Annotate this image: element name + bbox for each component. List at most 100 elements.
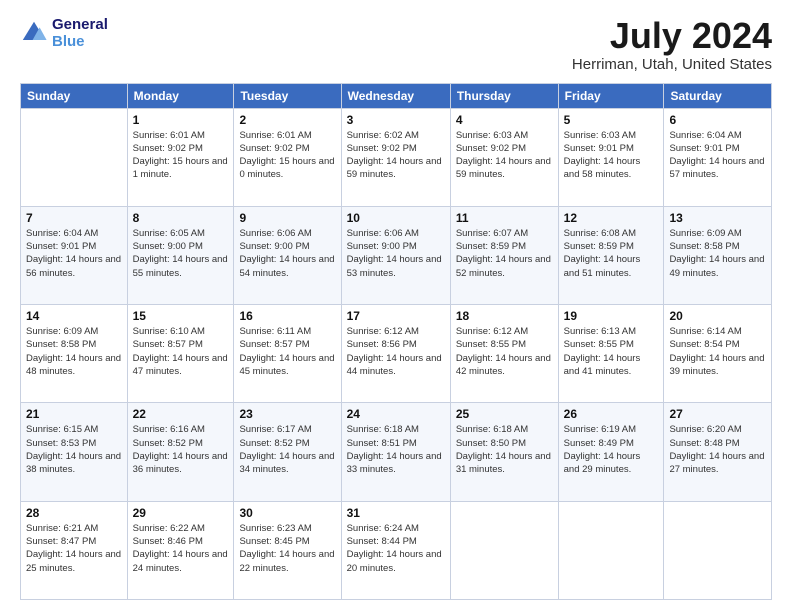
cell-info: Sunrise: 6:06 AMSunset: 9:00 PMDaylight:… (347, 228, 442, 279)
day-number: 3 (347, 113, 445, 127)
cell-info: Sunrise: 6:16 AMSunset: 8:52 PMDaylight:… (133, 424, 228, 475)
day-number: 29 (133, 506, 229, 520)
cell-info: Sunrise: 6:02 AMSunset: 9:02 PMDaylight:… (347, 130, 442, 181)
day-number: 25 (456, 407, 553, 421)
calendar-cell: 6 Sunrise: 6:04 AMSunset: 9:01 PMDayligh… (664, 108, 772, 206)
cell-info: Sunrise: 6:19 AMSunset: 8:49 PMDaylight:… (564, 424, 641, 475)
calendar-cell: 27 Sunrise: 6:20 AMSunset: 8:48 PMDaylig… (664, 403, 772, 501)
calendar-cell (450, 501, 558, 599)
col-tuesday: Tuesday (234, 83, 341, 108)
calendar-cell: 1 Sunrise: 6:01 AMSunset: 9:02 PMDayligh… (127, 108, 234, 206)
calendar-cell: 20 Sunrise: 6:14 AMSunset: 8:54 PMDaylig… (664, 305, 772, 403)
day-number: 13 (669, 211, 766, 225)
day-number: 21 (26, 407, 122, 421)
cell-info: Sunrise: 6:10 AMSunset: 8:57 PMDaylight:… (133, 326, 228, 377)
day-number: 1 (133, 113, 229, 127)
header: General Blue July 2024 Herriman, Utah, U… (20, 16, 772, 73)
day-number: 8 (133, 211, 229, 225)
day-number: 17 (347, 309, 445, 323)
cell-info: Sunrise: 6:06 AMSunset: 9:00 PMDaylight:… (239, 228, 334, 279)
day-number: 4 (456, 113, 553, 127)
day-number: 9 (239, 211, 335, 225)
calendar-cell (558, 501, 664, 599)
cell-info: Sunrise: 6:18 AMSunset: 8:51 PMDaylight:… (347, 424, 442, 475)
col-saturday: Saturday (664, 83, 772, 108)
day-number: 20 (669, 309, 766, 323)
day-number: 10 (347, 211, 445, 225)
day-number: 11 (456, 211, 553, 225)
cell-info: Sunrise: 6:15 AMSunset: 8:53 PMDaylight:… (26, 424, 121, 475)
subtitle: Herriman, Utah, United States (572, 56, 772, 73)
day-number: 6 (669, 113, 766, 127)
calendar-table: Sunday Monday Tuesday Wednesday Thursday… (20, 83, 772, 600)
day-number: 23 (239, 407, 335, 421)
calendar-cell: 3 Sunrise: 6:02 AMSunset: 9:02 PMDayligh… (341, 108, 450, 206)
calendar-cell: 18 Sunrise: 6:12 AMSunset: 8:55 PMDaylig… (450, 305, 558, 403)
calendar-cell: 11 Sunrise: 6:07 AMSunset: 8:59 PMDaylig… (450, 206, 558, 304)
cell-info: Sunrise: 6:21 AMSunset: 8:47 PMDaylight:… (26, 523, 121, 574)
header-row: Sunday Monday Tuesday Wednesday Thursday… (21, 83, 772, 108)
main-title: July 2024 (572, 16, 772, 56)
cell-info: Sunrise: 6:17 AMSunset: 8:52 PMDaylight:… (239, 424, 334, 475)
cell-info: Sunrise: 6:08 AMSunset: 8:59 PMDaylight:… (564, 228, 641, 279)
day-number: 7 (26, 211, 122, 225)
calendar-cell: 24 Sunrise: 6:18 AMSunset: 8:51 PMDaylig… (341, 403, 450, 501)
day-number: 14 (26, 309, 122, 323)
calendar-cell: 4 Sunrise: 6:03 AMSunset: 9:02 PMDayligh… (450, 108, 558, 206)
col-friday: Friday (558, 83, 664, 108)
cell-info: Sunrise: 6:11 AMSunset: 8:57 PMDaylight:… (239, 326, 334, 377)
cell-info: Sunrise: 6:22 AMSunset: 8:46 PMDaylight:… (133, 523, 228, 574)
calendar-cell: 29 Sunrise: 6:22 AMSunset: 8:46 PMDaylig… (127, 501, 234, 599)
col-sunday: Sunday (21, 83, 128, 108)
calendar-cell: 12 Sunrise: 6:08 AMSunset: 8:59 PMDaylig… (558, 206, 664, 304)
week-row-5: 28 Sunrise: 6:21 AMSunset: 8:47 PMDaylig… (21, 501, 772, 599)
cell-info: Sunrise: 6:04 AMSunset: 9:01 PMDaylight:… (669, 130, 764, 181)
day-number: 24 (347, 407, 445, 421)
calendar-cell: 25 Sunrise: 6:18 AMSunset: 8:50 PMDaylig… (450, 403, 558, 501)
calendar-cell: 28 Sunrise: 6:21 AMSunset: 8:47 PMDaylig… (21, 501, 128, 599)
cell-info: Sunrise: 6:03 AMSunset: 9:01 PMDaylight:… (564, 130, 641, 181)
calendar-cell: 23 Sunrise: 6:17 AMSunset: 8:52 PMDaylig… (234, 403, 341, 501)
day-number: 19 (564, 309, 659, 323)
calendar-cell (664, 501, 772, 599)
cell-info: Sunrise: 6:14 AMSunset: 8:54 PMDaylight:… (669, 326, 764, 377)
cell-info: Sunrise: 6:01 AMSunset: 9:02 PMDaylight:… (133, 130, 228, 181)
day-number: 22 (133, 407, 229, 421)
day-number: 12 (564, 211, 659, 225)
cell-info: Sunrise: 6:24 AMSunset: 8:44 PMDaylight:… (347, 523, 442, 574)
logo-icon (20, 19, 48, 47)
col-wednesday: Wednesday (341, 83, 450, 108)
cell-info: Sunrise: 6:03 AMSunset: 9:02 PMDaylight:… (456, 130, 551, 181)
logo: General Blue (20, 16, 108, 50)
calendar-cell: 9 Sunrise: 6:06 AMSunset: 9:00 PMDayligh… (234, 206, 341, 304)
day-number: 26 (564, 407, 659, 421)
week-row-1: 1 Sunrise: 6:01 AMSunset: 9:02 PMDayligh… (21, 108, 772, 206)
cell-info: Sunrise: 6:09 AMSunset: 8:58 PMDaylight:… (669, 228, 764, 279)
calendar-cell: 8 Sunrise: 6:05 AMSunset: 9:00 PMDayligh… (127, 206, 234, 304)
calendar-cell: 14 Sunrise: 6:09 AMSunset: 8:58 PMDaylig… (21, 305, 128, 403)
week-row-4: 21 Sunrise: 6:15 AMSunset: 8:53 PMDaylig… (21, 403, 772, 501)
week-row-3: 14 Sunrise: 6:09 AMSunset: 8:58 PMDaylig… (21, 305, 772, 403)
day-number: 31 (347, 506, 445, 520)
day-number: 30 (239, 506, 335, 520)
cell-info: Sunrise: 6:12 AMSunset: 8:55 PMDaylight:… (456, 326, 551, 377)
cell-info: Sunrise: 6:18 AMSunset: 8:50 PMDaylight:… (456, 424, 551, 475)
cell-info: Sunrise: 6:12 AMSunset: 8:56 PMDaylight:… (347, 326, 442, 377)
calendar-cell: 22 Sunrise: 6:16 AMSunset: 8:52 PMDaylig… (127, 403, 234, 501)
week-row-2: 7 Sunrise: 6:04 AMSunset: 9:01 PMDayligh… (21, 206, 772, 304)
cell-info: Sunrise: 6:13 AMSunset: 8:55 PMDaylight:… (564, 326, 641, 377)
cell-info: Sunrise: 6:04 AMSunset: 9:01 PMDaylight:… (26, 228, 121, 279)
cell-info: Sunrise: 6:09 AMSunset: 8:58 PMDaylight:… (26, 326, 121, 377)
calendar-cell: 7 Sunrise: 6:04 AMSunset: 9:01 PMDayligh… (21, 206, 128, 304)
cell-info: Sunrise: 6:01 AMSunset: 9:02 PMDaylight:… (239, 130, 334, 181)
cell-info: Sunrise: 6:07 AMSunset: 8:59 PMDaylight:… (456, 228, 551, 279)
calendar-cell: 2 Sunrise: 6:01 AMSunset: 9:02 PMDayligh… (234, 108, 341, 206)
calendar-cell: 10 Sunrise: 6:06 AMSunset: 9:00 PMDaylig… (341, 206, 450, 304)
day-number: 5 (564, 113, 659, 127)
title-block: July 2024 Herriman, Utah, United States (572, 16, 772, 73)
calendar-cell: 30 Sunrise: 6:23 AMSunset: 8:45 PMDaylig… (234, 501, 341, 599)
cell-info: Sunrise: 6:05 AMSunset: 9:00 PMDaylight:… (133, 228, 228, 279)
col-thursday: Thursday (450, 83, 558, 108)
calendar-cell: 31 Sunrise: 6:24 AMSunset: 8:44 PMDaylig… (341, 501, 450, 599)
calendar-cell: 16 Sunrise: 6:11 AMSunset: 8:57 PMDaylig… (234, 305, 341, 403)
